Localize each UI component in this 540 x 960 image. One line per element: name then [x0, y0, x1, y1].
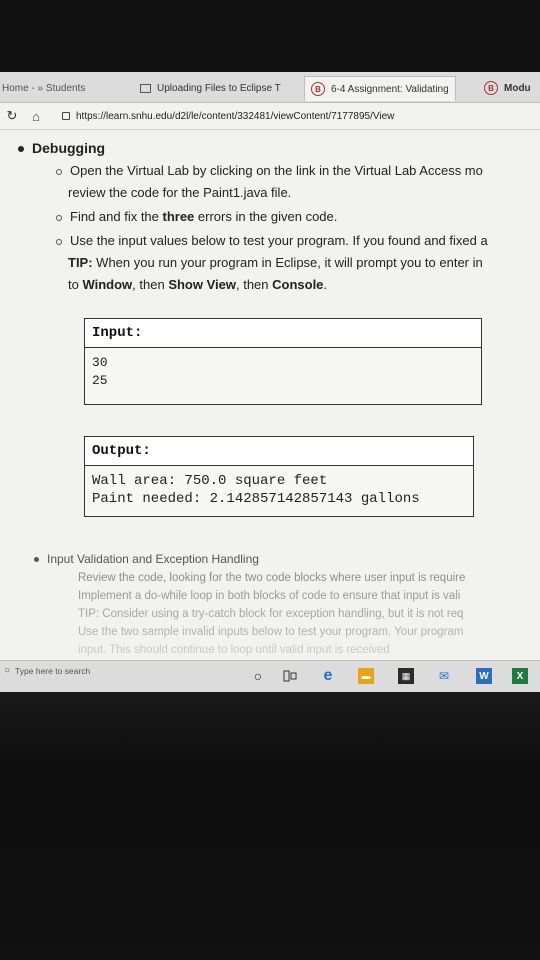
- item-text: Open the Virtual Lab by clicking on the …: [70, 163, 483, 178]
- tab-uploading-files[interactable]: Uploading Files to Eclipse T: [140, 76, 281, 100]
- output-line: Paint needed: 2.142857142857143 gallons: [92, 491, 420, 507]
- validation-item-5: input. This should continue to loop unti…: [78, 644, 390, 656]
- item-text: errors in the given code.: [194, 209, 338, 224]
- url-field[interactable]: https://learn.snhu.edu/d2l/le/content/33…: [62, 111, 394, 122]
- item-text-bold: Window: [82, 277, 133, 292]
- bullet-icon: [18, 146, 24, 153]
- tab-label: Home - » Students: [2, 82, 86, 94]
- item-text-bold: three: [162, 209, 195, 224]
- browser-window: Home - » Students Uploading Files to Ecl…: [0, 72, 540, 692]
- home-icon[interactable]: ⌂: [24, 109, 48, 124]
- tip-label: TIP:: [68, 255, 93, 270]
- address-bar: ↻ ⌂ https://learn.snhu.edu/d2l/le/conten…: [0, 103, 540, 130]
- page-content: Debugging Open the Virtual Lab by clicki…: [0, 130, 540, 660]
- brightspace-icon: B: [311, 82, 325, 96]
- edge-icon[interactable]: e: [320, 667, 336, 684]
- tab-label: Uploading Files to Eclipse T: [157, 82, 281, 94]
- excel-icon[interactable]: X: [512, 668, 528, 684]
- item-text-bold: Console: [272, 277, 324, 292]
- tab-bar: Home - » Students Uploading Files to Ecl…: [0, 72, 540, 103]
- refresh-icon[interactable]: ↻: [0, 108, 24, 124]
- heading-text: Debugging: [32, 140, 106, 156]
- heading-text: Input Validation and Exception Handling: [47, 552, 259, 566]
- debugging-item-1: Open the Virtual Lab by clicking on the …: [56, 163, 483, 178]
- brightspace-icon: B: [484, 81, 498, 95]
- debugging-item-1-cont: review the code for the Paint1.java file…: [68, 185, 291, 200]
- bullet-icon: [34, 557, 39, 563]
- input-box-body: 30 25: [85, 348, 481, 404]
- item-text: to: [68, 277, 83, 292]
- output-box-header: Output:: [85, 437, 473, 466]
- input-value: 25: [92, 373, 108, 388]
- validation-item-4: Use the two sample invalid inputs below …: [78, 626, 464, 638]
- bullet-icon: [56, 168, 62, 175]
- lock-icon: [62, 112, 70, 120]
- cortana-icon[interactable]: ○: [250, 668, 266, 684]
- item-text: , then: [235, 277, 273, 292]
- file-explorer-icon[interactable]: ▬: [358, 668, 374, 684]
- search-placeholder: Type here to search: [15, 665, 91, 676]
- mail-icon[interactable]: ✉: [436, 668, 452, 684]
- validation-item-3: TIP: Consider using a try-catch block fo…: [78, 608, 464, 620]
- tab-module[interactable]: B Modu: [484, 76, 531, 100]
- item-text-bold: Show View: [168, 277, 236, 292]
- bullet-icon: [56, 238, 62, 245]
- tab-label: Modu: [504, 82, 531, 94]
- monitor-bezel-top: [0, 0, 540, 72]
- output-code-box: Output: Wall area: 750.0 square feet Pai…: [84, 436, 474, 517]
- debugging-item-3-tip: TIP: When you run your program in Eclips…: [68, 255, 483, 270]
- debugging-item-2: Find and fix the three errors in the giv…: [56, 209, 337, 224]
- url-text: https://learn.snhu.edu/d2l/le/content/33…: [76, 110, 395, 122]
- validation-section-heading: Input Validation and Exception Handling: [34, 552, 259, 566]
- tab-home-students[interactable]: Home - » Students: [2, 76, 85, 100]
- input-code-box: Input: 30 25: [84, 318, 482, 405]
- monitor-bezel-bottom: [0, 692, 540, 960]
- bullet-icon: [56, 214, 62, 221]
- item-text: , then: [132, 277, 169, 292]
- validation-item-1: Review the code, looking for the two cod…: [78, 572, 466, 584]
- input-box-header: Input:: [85, 319, 481, 348]
- taskbar-search[interactable]: ○ Type here to search: [4, 665, 90, 676]
- debugging-item-3-cont: to Window, then Show View, then Console.: [68, 277, 327, 292]
- tab-assignment-validating[interactable]: B 6-4 Assignment: Validating: [304, 76, 456, 101]
- item-text: When you run your program in Eclipse, it…: [92, 255, 483, 270]
- output-line: Wall area: 750.0 square feet: [92, 473, 328, 489]
- item-text: Find and fix the: [70, 209, 163, 224]
- output-box-body: Wall area: 750.0 square feet Paint neede…: [85, 466, 473, 516]
- task-view-glyph: [283, 670, 297, 682]
- item-text: .: [323, 277, 328, 292]
- word-icon[interactable]: W: [476, 668, 492, 684]
- debugging-item-3: Use the input values below to test your …: [56, 233, 488, 248]
- windows-taskbar: ○ Type here to search ○ e ▬ ▦ ✉ W X: [0, 660, 540, 692]
- tab-label: 6-4 Assignment: Validating: [331, 83, 449, 95]
- page-icon: [140, 83, 151, 93]
- item-text: review the code for the Paint1.java file…: [68, 185, 292, 200]
- validation-item-2: Implement a do-while loop in both blocks…: [78, 590, 461, 602]
- input-value: 30: [92, 355, 108, 370]
- search-icon: ○: [4, 665, 11, 676]
- debugging-section-heading: Debugging: [18, 140, 105, 156]
- task-view-icon[interactable]: [282, 668, 298, 684]
- item-text: Use the input values below to test your …: [70, 233, 488, 248]
- store-icon[interactable]: ▦: [398, 668, 414, 684]
